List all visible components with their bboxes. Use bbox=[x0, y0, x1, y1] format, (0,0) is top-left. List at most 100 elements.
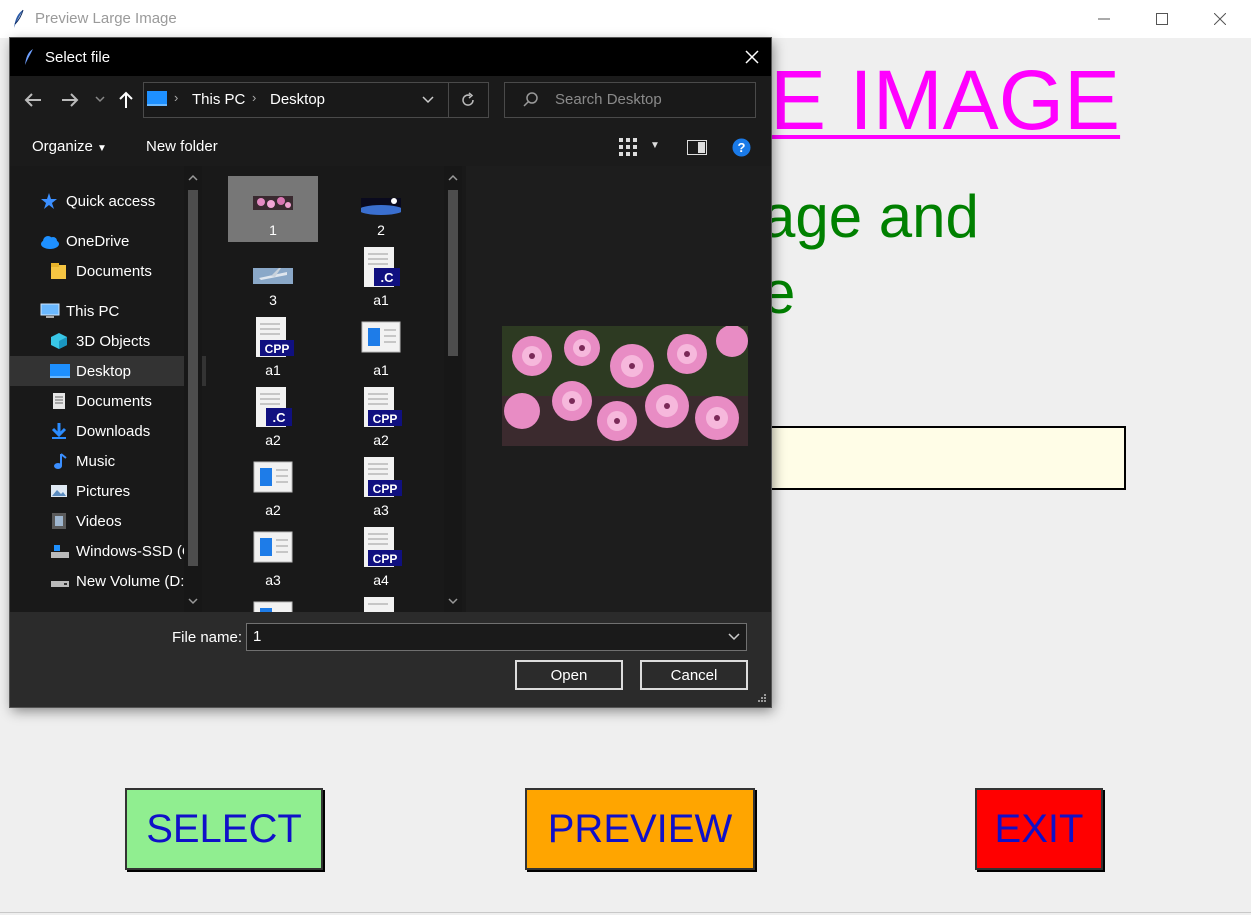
app-title: Preview Large Image bbox=[35, 10, 177, 27]
minimize-button[interactable] bbox=[1075, 0, 1133, 38]
nav-item-label: New Volume (D: bbox=[76, 572, 185, 590]
file-item[interactable]: CPP a3 bbox=[336, 456, 426, 522]
file-name-input[interactable]: 1 bbox=[246, 623, 747, 651]
nav-item-desktop[interactable]: Desktop bbox=[10, 356, 206, 386]
file-list-scrollbar[interactable] bbox=[444, 166, 462, 612]
cpp-file-icon bbox=[364, 597, 394, 612]
nav-item-downloads[interactable]: Downloads bbox=[10, 416, 206, 446]
file-label: a3 bbox=[373, 502, 389, 518]
nav-item-videos[interactable]: Videos bbox=[10, 506, 206, 536]
file-item[interactable]: 2 bbox=[336, 176, 426, 242]
svg-text:CPP: CPP bbox=[265, 342, 290, 356]
cube-icon bbox=[50, 332, 68, 350]
maximize-button[interactable] bbox=[1133, 0, 1191, 38]
file-item[interactable]: a3 bbox=[228, 526, 318, 592]
help-icon[interactable]: ? bbox=[732, 138, 751, 157]
nav-item-onedrive-documents[interactable]: Documents bbox=[10, 256, 206, 286]
up-arrow-icon[interactable] bbox=[118, 91, 134, 109]
preview-pane-icon[interactable] bbox=[687, 140, 707, 155]
file-item[interactable]: .C a1 bbox=[336, 246, 426, 312]
exit-button[interactable]: EXIT bbox=[975, 788, 1103, 870]
cloud-icon bbox=[40, 232, 59, 250]
new-folder-button[interactable]: New folder bbox=[146, 138, 218, 155]
organize-menu[interactable]: Organize ▼ bbox=[32, 138, 107, 155]
breadcrumb-separator-icon: › bbox=[174, 90, 179, 105]
nav-item-label: OneDrive bbox=[66, 232, 130, 250]
close-button[interactable] bbox=[1191, 0, 1249, 38]
back-arrow-icon[interactable] bbox=[24, 92, 42, 108]
open-button[interactable]: Open bbox=[515, 660, 623, 690]
nav-item-label: Downloads bbox=[76, 422, 151, 440]
search-box[interactable]: Search Desktop bbox=[504, 82, 756, 118]
nav-item-label: Documents bbox=[76, 262, 152, 280]
file-item[interactable]: .C a2 bbox=[228, 386, 318, 452]
recent-locations-chevron-icon[interactable] bbox=[95, 96, 105, 104]
address-divider bbox=[448, 83, 449, 117]
file-item[interactable]: 3 bbox=[228, 246, 318, 312]
scroll-up-icon[interactable] bbox=[448, 174, 458, 181]
file-label: a1 bbox=[265, 362, 281, 378]
file-item[interactable]: a1 bbox=[336, 316, 426, 382]
file-item[interactable]: CPP a2 bbox=[336, 386, 426, 452]
drive-icon bbox=[50, 542, 69, 560]
scroll-down-icon[interactable] bbox=[188, 598, 198, 605]
svg-text:.C: .C bbox=[273, 410, 287, 425]
file-label: a2 bbox=[373, 432, 389, 448]
file-item-partial[interactable] bbox=[336, 596, 426, 612]
file-item[interactable]: 1 bbox=[228, 176, 318, 242]
breadcrumb-this-pc[interactable]: This PC bbox=[192, 91, 245, 108]
nav-item-new-volume[interactable]: New Volume (D: bbox=[10, 566, 206, 596]
breadcrumb-desktop[interactable]: Desktop bbox=[270, 91, 325, 108]
scroll-down-icon[interactable] bbox=[448, 598, 458, 605]
scroll-up-icon[interactable] bbox=[188, 174, 198, 181]
file-label: a4 bbox=[373, 572, 389, 588]
feather-icon bbox=[14, 9, 24, 28]
svg-text:.C: .C bbox=[381, 270, 395, 285]
nav-item-3d-objects[interactable]: 3D Objects bbox=[10, 326, 206, 356]
application-file-icon bbox=[361, 321, 401, 353]
select-button[interactable]: SELECT bbox=[125, 788, 323, 870]
file-item[interactable]: CPP a1 bbox=[228, 316, 318, 382]
c-file-icon: .C bbox=[364, 247, 400, 287]
instruction-text-line1: age and bbox=[762, 183, 979, 250]
application-file-icon bbox=[253, 601, 293, 612]
file-name-label: File name: bbox=[172, 629, 243, 646]
preview-button[interactable]: PREVIEW bbox=[525, 788, 755, 870]
nav-pane-scrollbar[interactable] bbox=[184, 166, 202, 612]
c-file-icon: .C bbox=[256, 387, 292, 427]
dialog-close-button[interactable] bbox=[745, 44, 759, 70]
file-list: 1 2 3 .C a1 CPP a1 a1 .C a2 CPP a2 a2 CP… bbox=[206, 166, 466, 612]
nav-item-this-pc[interactable]: This PC bbox=[10, 296, 206, 326]
drive-icon bbox=[50, 572, 69, 590]
resize-grip-icon[interactable] bbox=[757, 693, 767, 703]
file-list-scroll-thumb[interactable] bbox=[448, 190, 458, 356]
cancel-button[interactable]: Cancel bbox=[640, 660, 748, 690]
nav-item-windows-ssd[interactable]: Windows-SSD (C bbox=[10, 536, 206, 566]
nav-item-music[interactable]: Music bbox=[10, 446, 206, 476]
dialog-toolbar: Organize ▼ New folder ▼ ? bbox=[10, 128, 771, 166]
refresh-icon[interactable] bbox=[460, 92, 476, 108]
forward-arrow-icon[interactable] bbox=[61, 92, 79, 108]
close-icon bbox=[1214, 13, 1226, 25]
view-options-chevron-icon[interactable]: ▼ bbox=[650, 140, 660, 151]
chevron-down-icon[interactable] bbox=[728, 633, 740, 641]
flower-photo-thumbnail bbox=[253, 196, 293, 210]
nav-item-quick-access[interactable]: Quick access bbox=[10, 186, 206, 216]
cpp-file-icon: CPP bbox=[256, 317, 294, 357]
address-dropdown-chevron-icon[interactable] bbox=[422, 96, 434, 104]
address-bar[interactable]: › This PC › Desktop bbox=[143, 82, 489, 118]
nav-item-onedrive[interactable]: OneDrive bbox=[10, 226, 206, 256]
minimize-icon bbox=[1098, 18, 1110, 20]
preview-pane bbox=[466, 166, 771, 612]
app-titlebar: Preview Large Image bbox=[0, 0, 1251, 38]
file-item-partial[interactable] bbox=[228, 596, 318, 612]
nav-item-pictures[interactable]: Pictures bbox=[10, 476, 206, 506]
nav-item-documents[interactable]: Documents bbox=[10, 386, 206, 416]
svg-text:CPP: CPP bbox=[373, 482, 398, 496]
file-item[interactable]: CPP a4 bbox=[336, 526, 426, 592]
path-entry[interactable] bbox=[740, 426, 1126, 490]
nav-pane-scroll-thumb[interactable] bbox=[188, 190, 198, 566]
document-icon bbox=[50, 392, 68, 410]
view-grid-icon[interactable] bbox=[619, 138, 637, 156]
file-item[interactable]: a2 bbox=[228, 456, 318, 522]
